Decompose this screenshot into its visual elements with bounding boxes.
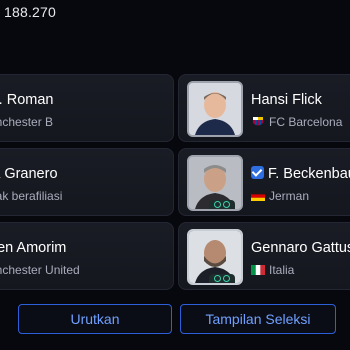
manager-club: anchester B — [0, 115, 54, 129]
germany-flag-icon — [251, 191, 265, 201]
manager-card[interactable]: ben Amorim anchester United — [0, 222, 174, 290]
fc-barcelona-crest-icon — [253, 117, 263, 126]
manager-club: FC Barcelona — [269, 115, 343, 129]
verified-check-icon — [251, 166, 264, 179]
manager-portrait — [187, 81, 243, 137]
manager-portrait — [187, 229, 243, 285]
points-value: 188.270 — [4, 4, 57, 20]
manager-club: dak berafiliasi — [0, 189, 63, 203]
manager-card[interactable]: Hansi Flick FC Barcelona — [178, 74, 350, 142]
manager-name: ben Amorim — [0, 240, 67, 256]
manager-card[interactable]: A. Roman anchester B — [0, 74, 174, 142]
manager-name: A. Roman — [0, 92, 54, 108]
badge-icon — [214, 201, 221, 208]
manager-club: anchester United — [0, 263, 80, 277]
manager-country: Jerman — [269, 189, 310, 203]
manager-name: Gennaro Gattus — [251, 240, 350, 256]
manager-name: Hansi Flick — [251, 92, 322, 108]
badge-icon — [214, 275, 221, 282]
skill-badges — [209, 274, 235, 283]
selection-view-button[interactable]: Tampilan Seleksi — [180, 304, 336, 334]
italy-flag-icon — [251, 265, 265, 275]
manager-portrait — [187, 155, 243, 211]
manager-name: ia Granero — [0, 166, 58, 182]
badge-icon — [223, 201, 230, 208]
manager-name-text: F. Beckenbau — [268, 166, 350, 182]
sort-button[interactable]: Urutkan — [18, 304, 172, 334]
manager-card[interactable]: F. Beckenbau Jerman — [178, 148, 350, 216]
manager-name: F. Beckenbau — [251, 166, 350, 182]
badge-icon — [223, 275, 230, 282]
manager-card[interactable]: ia Granero dak berafiliasi — [0, 148, 174, 216]
skill-badges — [209, 200, 235, 209]
manager-country: Italia — [269, 263, 295, 277]
manager-card[interactable]: Gennaro Gattus Italia — [178, 222, 350, 290]
